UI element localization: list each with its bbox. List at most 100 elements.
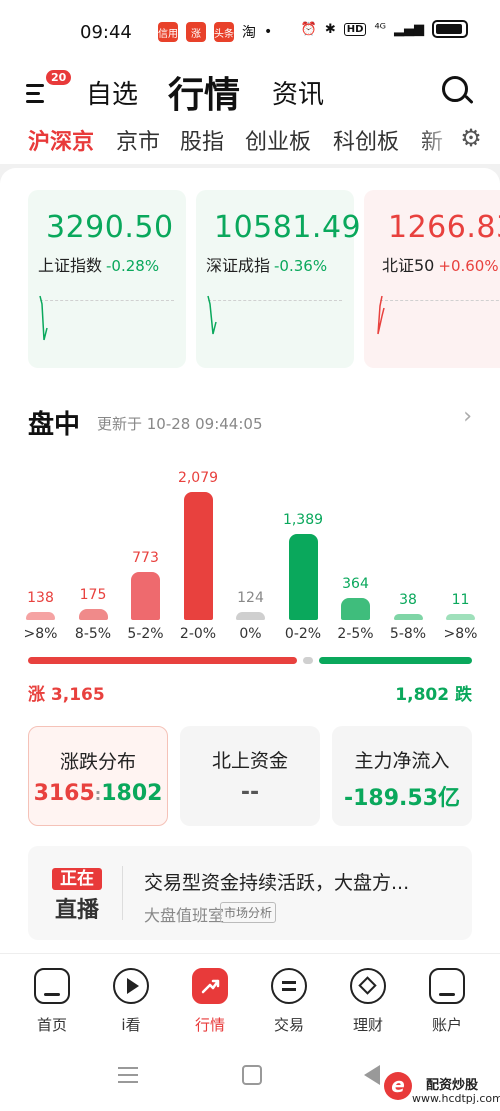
- chart-bar: [26, 611, 55, 620]
- bar-value-label: 38: [399, 592, 417, 608]
- up-value: 3165: [33, 781, 95, 806]
- nav-label: 理财: [352, 1016, 383, 1034]
- index-name: 上证指数: [38, 256, 103, 275]
- chevron-right-icon[interactable]: ›: [463, 404, 472, 429]
- watermark-e-icon: e: [384, 1072, 412, 1100]
- sparkline: [377, 295, 385, 335]
- index-value: 1266.83: [388, 210, 500, 245]
- notification-app-icon: 头条: [214, 22, 234, 42]
- exchange-icon: [271, 968, 307, 1004]
- watermark-name: 配资炒股: [426, 1078, 479, 1093]
- notification-app-icon: 信用: [158, 22, 178, 42]
- message-badge: 20: [46, 70, 72, 85]
- nav-ikan[interactable]: i看: [95, 968, 167, 1035]
- nav-label: 首页: [36, 1016, 67, 1034]
- dot-icon: •: [264, 24, 273, 40]
- home-button-icon[interactable]: [242, 1065, 262, 1085]
- tab-market[interactable]: 行情: [168, 66, 240, 118]
- index-name: 深证成指: [206, 256, 271, 275]
- back-icon[interactable]: [364, 1065, 380, 1085]
- live-title: 交易型资金持续活跃，大盘方...: [144, 872, 410, 894]
- play-icon: [113, 968, 149, 1004]
- status-app-icons: 信用 涨 头条 淘 •: [158, 22, 272, 42]
- card-value: -189.53亿: [343, 786, 461, 811]
- bar-value-label: 175: [79, 587, 107, 604]
- signal-bars-icon: ▂▄▆: [394, 21, 424, 37]
- index-label: 深证成指 -0.36%: [206, 252, 327, 276]
- card-title: 主力净流入: [354, 750, 450, 772]
- recent-apps-icon[interactable]: [118, 1067, 138, 1083]
- distribution-chart: 138 175 773 2,079 124 1,389 364 38 11: [0, 460, 500, 650]
- flat-segment: [302, 657, 314, 664]
- index-card-shanghai[interactable]: 3290.50 上证指数 -0.28%: [28, 190, 186, 368]
- nav-account[interactable]: 账户: [411, 968, 483, 1035]
- tab-guzhi[interactable]: 股指: [180, 124, 224, 156]
- chart-bar: [131, 572, 160, 620]
- index-label: 上证指数 -0.28%: [38, 252, 159, 276]
- up-count: 涨 3,165: [28, 685, 105, 705]
- bar-value-label: 773: [132, 550, 159, 567]
- nav-home[interactable]: 首页: [16, 968, 88, 1035]
- chart-bar: [446, 614, 475, 620]
- tabs-fade: [420, 120, 456, 160]
- alarm-icon: ⏰: [300, 21, 317, 37]
- card-value: --: [240, 780, 260, 805]
- bar-category-label: 5-8%: [389, 626, 427, 642]
- bar-value-label: 2,079: [177, 470, 219, 486]
- northbound-funds-card[interactable]: 北上资金 --: [180, 726, 320, 826]
- main-net-inflow-card[interactable]: 主力净流入 -189.53亿: [332, 726, 472, 826]
- card-title: 北上资金: [211, 750, 288, 772]
- tab-chuangyeban[interactable]: 创业板: [245, 124, 311, 156]
- rise-fall-distribution-card[interactable]: 涨跌分布 3165:1802: [28, 726, 168, 826]
- update-time: 更新于 10-28 09:44:05: [97, 415, 263, 433]
- bar-value-label: 124: [237, 590, 264, 607]
- bar-category-label: 2-0%: [179, 626, 217, 642]
- watermark-logo: e 配资炒股 www.hcdtpj.com: [382, 1068, 500, 1108]
- bar-value-label: 138: [27, 589, 54, 606]
- notification-app-icon: 涨: [186, 22, 206, 42]
- bar-category-label: 5-2%: [127, 626, 164, 642]
- bar-value-label: 1,389: [282, 512, 324, 529]
- nav-label: 账户: [431, 1016, 462, 1034]
- live-tag: 市场分析: [220, 902, 277, 923]
- live-logo: 正在 直播: [48, 868, 106, 923]
- nav-market[interactable]: 行情: [174, 968, 246, 1035]
- tab-news[interactable]: 资讯: [272, 74, 324, 111]
- search-icon[interactable]: [440, 74, 474, 108]
- index-card-beizheng50[interactable]: 1266.83 北证50+0.60%: [364, 190, 500, 368]
- chart-bar: [78, 609, 108, 620]
- account-icon: [429, 968, 465, 1004]
- nav-label: 交易: [273, 1016, 304, 1034]
- live-broadcast-banner[interactable]: 正在 直播 交易型资金持续活跃，大盘方... 大盘值班室 市场分析: [28, 846, 472, 940]
- tab-jingshi[interactable]: 京市: [116, 124, 160, 156]
- status-time: 09:44: [80, 22, 132, 43]
- live-badge-bottom: 直播: [54, 898, 99, 923]
- index-name: 北证50: [382, 256, 435, 275]
- nav-trade[interactable]: 交易: [253, 968, 325, 1035]
- bar-category-label: >8%: [443, 626, 478, 642]
- down-segment: [319, 657, 472, 664]
- bar-category-label: 0%: [239, 626, 262, 642]
- tab-watchlist[interactable]: 自选: [86, 74, 138, 111]
- bar-category-label: 8-5%: [74, 626, 112, 642]
- index-change: -0.36%: [274, 257, 328, 275]
- index-label: 北证50 +0.60%: [382, 252, 499, 276]
- index-card-shenzhen[interactable]: 10581.49 深证成指 -0.36%: [196, 190, 361, 368]
- up-segment: [28, 657, 297, 664]
- diamond-icon: [350, 968, 386, 1004]
- app-header: 20 自选 行情 资讯: [0, 64, 500, 120]
- live-source: 大盘值班室: [144, 906, 225, 925]
- chart-bar: [341, 597, 370, 620]
- nav-wealth[interactable]: 理财: [332, 968, 404, 1035]
- bottom-nav: 首页 i看 行情 交易 理财 账户: [0, 953, 500, 1043]
- settings-icon[interactable]: ⚙: [456, 124, 486, 154]
- index-value: 3290.50: [46, 210, 174, 245]
- chart-bar: [236, 612, 265, 620]
- tab-hushenjing[interactable]: 沪深京: [28, 124, 94, 156]
- status-system-icons: ⏰ ✱ HD ⁴ᴳ ▂▄▆: [301, 20, 468, 38]
- tab-kechuangban[interactable]: 科创板: [333, 124, 399, 156]
- sparkline: [207, 295, 217, 335]
- trend-icon: [192, 968, 228, 1004]
- bluetooth-icon: ✱: [324, 21, 336, 37]
- hd-icon: HD: [343, 22, 367, 36]
